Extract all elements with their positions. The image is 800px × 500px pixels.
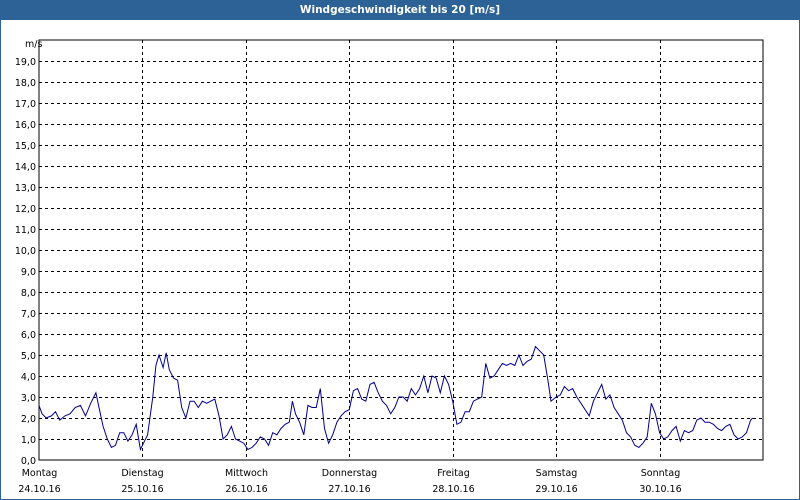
- y-axis-label: m/s: [25, 39, 42, 50]
- x-tick-date: 26.10.16: [225, 484, 267, 495]
- x-tick-weekday: Dienstag: [121, 468, 163, 479]
- y-tick-label: 9,0: [21, 267, 36, 278]
- y-tick-label: 12,0: [15, 204, 36, 215]
- y-tick-label: 7,0: [21, 309, 36, 320]
- y-tick-label: 1,0: [21, 435, 36, 446]
- x-tick-weekday: Samstag: [536, 468, 578, 479]
- x-tick-weekday: Mittwoch: [225, 468, 268, 479]
- y-tick-label: 4,0: [21, 372, 36, 383]
- y-tick-label: 16,0: [15, 120, 36, 131]
- y-tick-label: 19,0: [15, 57, 36, 68]
- x-tick-weekday: Donnerstag: [322, 468, 377, 479]
- y-tick-label: 11,0: [15, 225, 36, 236]
- x-tick-date: 24.10.16: [18, 484, 60, 495]
- y-axis-ticks: 0,0 1,0 2,0 3,0 4,0 5,0 6,0 7,0 8,0 9,0 10,0 11,0 12…: [15, 57, 36, 467]
- x-tick-date: 27.10.16: [328, 484, 370, 495]
- x-tick-date: 28.10.16: [432, 484, 474, 495]
- y-tick-label: 3,0: [21, 393, 36, 404]
- y-tick-label: 2,0: [21, 414, 36, 425]
- y-tick-label: 5,0: [21, 351, 36, 362]
- x-tick-date: 25.10.16: [121, 484, 163, 495]
- y-tick-label: 18,0: [15, 78, 36, 89]
- x-tick-date: 29.10.16: [535, 484, 577, 495]
- y-tick-label: 6,0: [21, 330, 36, 341]
- y-tick-label: 15,0: [15, 141, 36, 152]
- x-tick-weekday: Sonntag: [641, 468, 680, 479]
- x-axis-ticks: Montag 24.10.16 Dienstag 25.10.16 Mittwoch 26…: [18, 468, 681, 495]
- y-tick-label: 17,0: [15, 99, 36, 110]
- x-tick-date: 30.10.16: [639, 484, 681, 495]
- y-tick-label: 8,0: [21, 288, 36, 299]
- y-tick-label: 0,0: [21, 456, 36, 467]
- y-tick-label: 14,0: [15, 162, 36, 173]
- y-tick-label: 13,0: [15, 183, 36, 194]
- chart-plot: 0,0 1,0 2,0 3,0 4,0 5,0 6,0 7,0 8,0 9,0 10,0 11,0 12…: [15, 39, 764, 495]
- x-tick-weekday: Montag: [22, 468, 58, 479]
- y-tick-label: 10,0: [15, 246, 36, 257]
- x-tick-weekday: Freitag: [437, 468, 470, 479]
